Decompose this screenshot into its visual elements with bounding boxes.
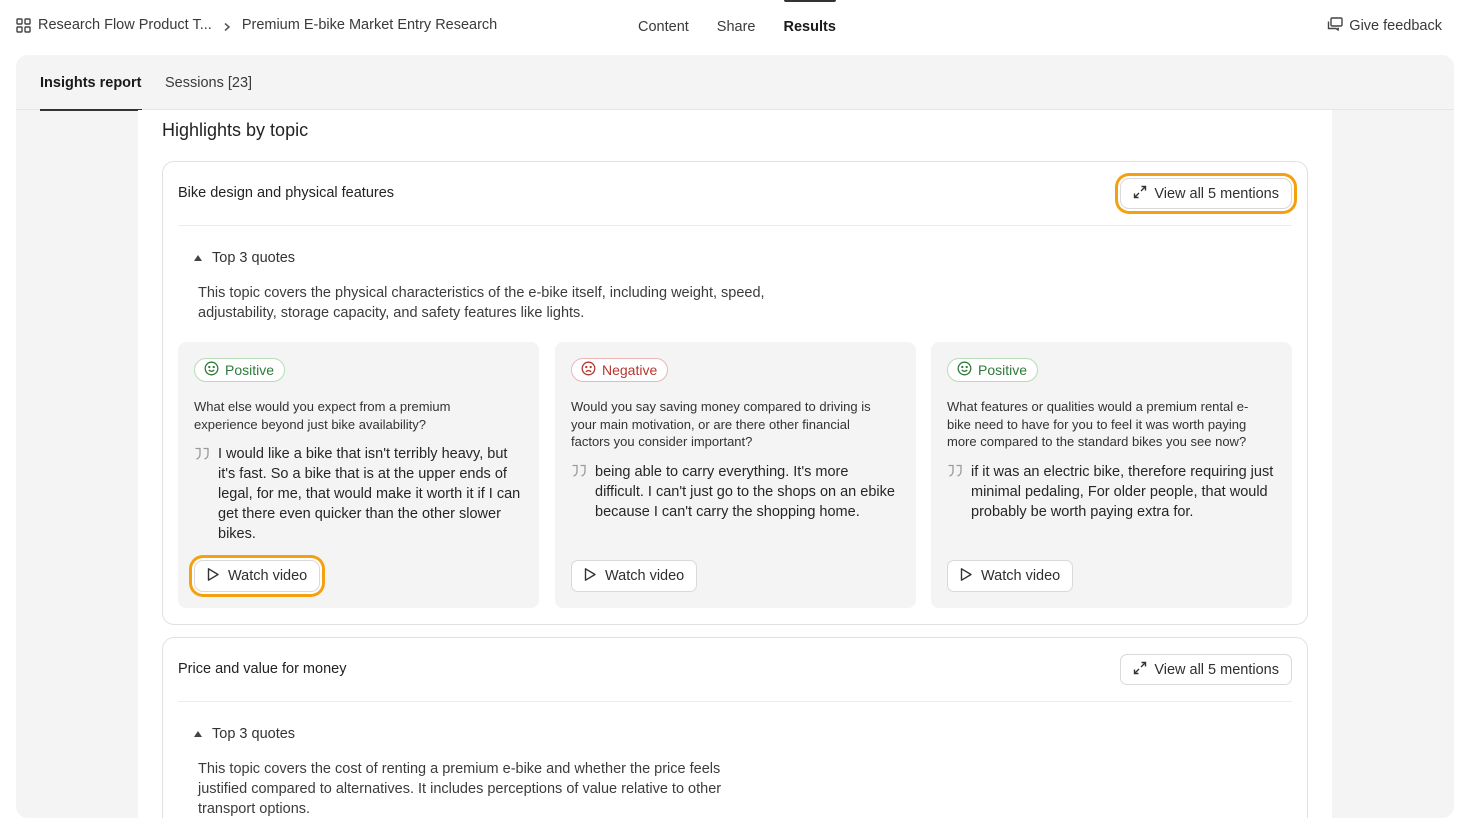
play-icon [583, 567, 605, 586]
breadcrumb-study[interactable]: Premium E-bike Market Entry Research [242, 17, 497, 33]
breadcrumb: Research Flow Product T... Premium E-bik… [16, 17, 497, 33]
watch-video-button[interactable]: Watch video [947, 560, 1074, 592]
quote-card: Positive What else would you expect from… [178, 342, 539, 608]
view-all-mentions-label: View all 5 mentions [1154, 185, 1279, 202]
feedback-icon [1327, 17, 1349, 35]
topic-header: Price and value for money View all 5 men… [178, 638, 1292, 702]
top-quotes-toggle[interactable]: Top 3 quotes [194, 250, 295, 266]
quote-card: Positive What features or qualities woul… [931, 342, 1292, 608]
give-feedback-label: Give feedback [1349, 18, 1442, 34]
view-all-mentions-button[interactable]: View all 5 mentions [1120, 654, 1292, 685]
tab-insights-report[interactable]: Insights report [40, 55, 142, 111]
sentiment-badge: Positive [194, 358, 286, 382]
watch-video-button[interactable]: Watch video [571, 560, 698, 592]
top-quotes-label: Top 3 quotes [212, 250, 296, 266]
smile-icon [957, 361, 978, 379]
watch-video-label: Watch video [605, 568, 685, 584]
quote-icon [947, 464, 963, 478]
sentiment-label: Positive [225, 362, 275, 378]
topic-title: Bike design and physical features [178, 185, 395, 201]
topic-summary: This topic covers the physical character… [198, 285, 765, 321]
view-all-mentions-label: View all 5 mentions [1154, 661, 1279, 678]
quote-card: Negative Would you say saving money comp… [555, 342, 916, 608]
breadcrumb-project[interactable]: Research Flow Product T... [38, 17, 212, 33]
quote-text: I would like a bike that isn't terribly … [218, 446, 521, 542]
frown-icon [581, 361, 602, 379]
quote-text: if it was an electric bike, therefore re… [971, 464, 1274, 520]
main-nav: Content Share Results [624, 0, 850, 55]
topic-summary: This topic covers the cost of renting a … [198, 761, 722, 817]
nav-content[interactable]: Content [624, 0, 703, 55]
give-feedback-button[interactable]: Give feedback [1327, 17, 1442, 35]
quote-icon [194, 447, 210, 461]
interview-question: What else would you expect from a premiu… [194, 399, 451, 432]
play-icon [206, 567, 228, 586]
report-tabs: Insights report Sessions [23] [16, 55, 1454, 111]
interview-question: Would you say saving money compared to d… [571, 399, 871, 449]
interview-question: What features or qualities would a premi… [947, 399, 1249, 449]
play-icon [959, 567, 981, 586]
sentiment-badge: Negative [571, 358, 669, 382]
top-quotes-toggle[interactable]: Top 3 quotes [194, 726, 295, 742]
report-content: Highlights by topic Bike design and phys… [138, 110, 1332, 818]
grid-icon[interactable] [16, 17, 31, 33]
sentiment-label: Positive [978, 362, 1028, 378]
tab-sessions[interactable]: Sessions [23] [165, 55, 252, 110]
topic-header: Bike design and physical features View a… [178, 162, 1292, 226]
chevron-right-icon [222, 20, 232, 32]
topic-card: Bike design and physical features View a… [162, 161, 1308, 625]
nav-share[interactable]: Share [703, 0, 770, 55]
watch-video-label: Watch video [981, 568, 1061, 584]
results-panel: Insights report Sessions [23] Highlights… [16, 55, 1454, 818]
section-title: Highlights by topic [162, 120, 309, 140]
expand-icon [1133, 661, 1154, 679]
sentiment-badge: Positive [947, 358, 1039, 382]
smile-icon [204, 361, 225, 379]
watch-video-label: Watch video [228, 568, 308, 584]
view-all-mentions-button[interactable]: View all 5 mentions [1120, 178, 1292, 209]
top-bar: Research Flow Product T... Premium E-bik… [0, 0, 1470, 55]
caret-up-icon [194, 731, 202, 737]
expand-icon [1133, 185, 1154, 203]
topic-title: Price and value for money [178, 661, 347, 677]
watch-video-button[interactable]: Watch video [194, 560, 321, 592]
sentiment-label: Negative [602, 362, 658, 378]
caret-up-icon [194, 255, 202, 261]
quote-cards: Positive What else would you expect from… [178, 342, 1292, 608]
quote-text: being able to carry everything. It's mor… [595, 464, 895, 520]
topic-card: Price and value for money View all 5 men… [162, 637, 1308, 818]
quote-icon [571, 464, 587, 478]
top-quotes-label: Top 3 quotes [212, 726, 296, 742]
nav-results[interactable]: Results [770, 0, 850, 55]
